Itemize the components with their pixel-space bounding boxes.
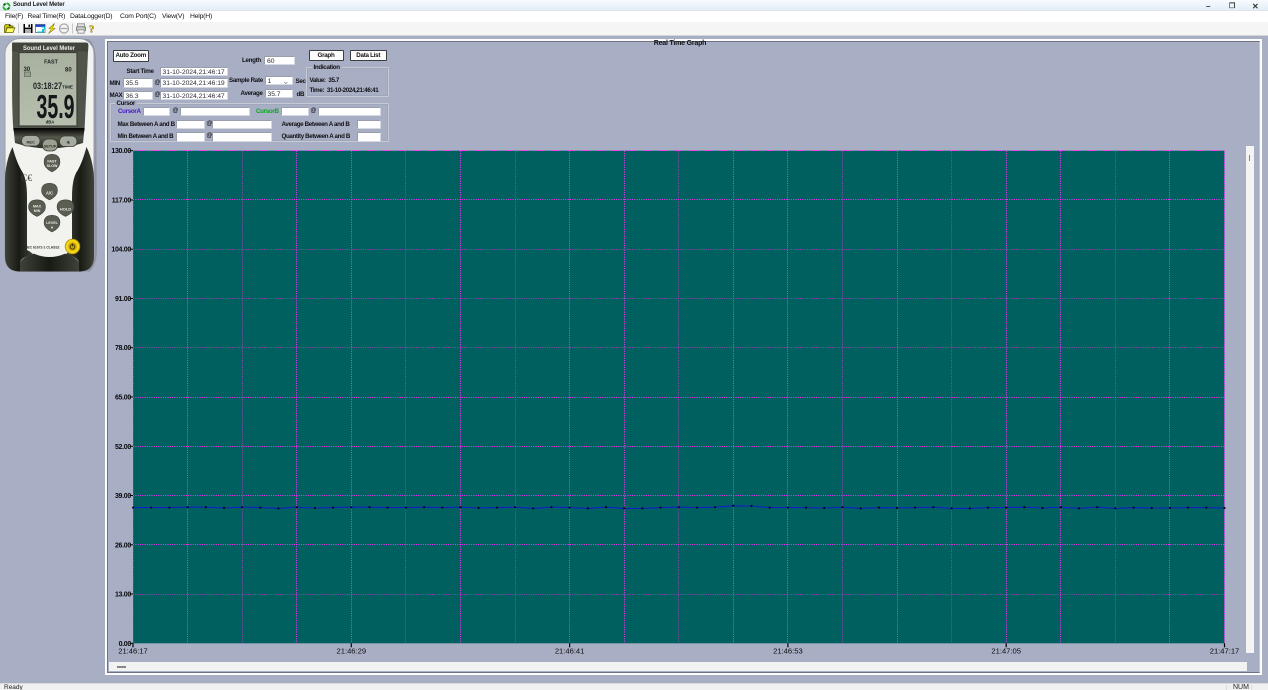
svg-text:21:47:05: 21:47:05 <box>991 646 1021 655</box>
svg-text:21:46:41: 21:46:41 <box>555 646 585 655</box>
svg-text:21:47:17: 21:47:17 <box>1210 646 1240 655</box>
svg-text:117.00: 117.00 <box>112 198 132 205</box>
svg-text:26.00: 26.00 <box>115 542 131 549</box>
svg-text:39.00: 39.00 <box>115 493 131 500</box>
svg-text:104.00: 104.00 <box>111 247 131 254</box>
svg-text:78.00: 78.00 <box>115 345 131 352</box>
svg-text:91.00: 91.00 <box>115 296 131 303</box>
svg-text:130.00: 130.00 <box>111 148 131 155</box>
svg-text:21:46:17: 21:46:17 <box>118 646 148 655</box>
svg-text:52.00: 52.00 <box>115 444 131 451</box>
svg-text:21:46:29: 21:46:29 <box>337 646 367 655</box>
svg-text:65.00: 65.00 <box>115 395 131 402</box>
svg-text:13.00: 13.00 <box>115 592 131 599</box>
svg-text:21:46:53: 21:46:53 <box>773 646 803 655</box>
